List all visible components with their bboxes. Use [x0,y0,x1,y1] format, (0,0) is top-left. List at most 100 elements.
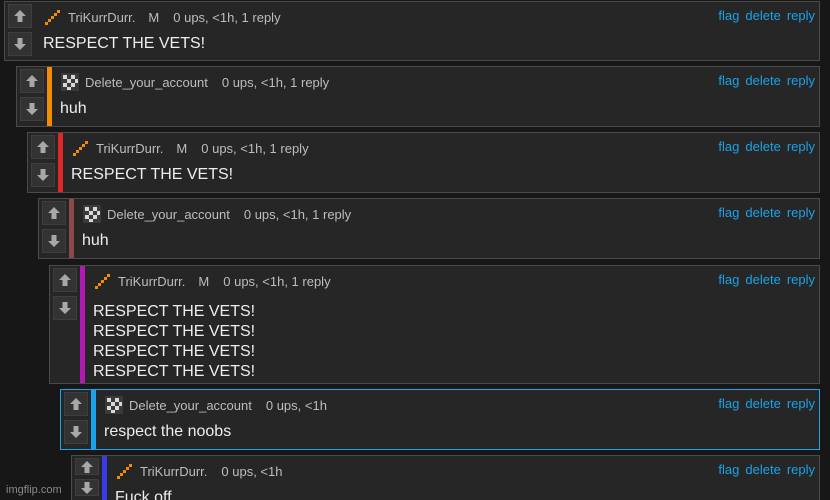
watermark: imgflip.com [6,484,62,496]
comment-line: respect the noobs [104,423,232,440]
upvote-button[interactable] [31,135,55,159]
delete-link[interactable]: delete [745,205,780,220]
username[interactable]: TriKurrDurr. [118,274,185,289]
vote-controls [50,266,80,383]
comment-actions: flag delete reply [712,205,815,220]
vote-controls [17,67,47,126]
comment-body: TriKurrDurr. M 0 ups, <1h, 1 reply flag d… [35,2,819,60]
comment-body: TriKurrDurr. M 0 ups, <1h, 1 reply flag d… [63,133,819,192]
delete-link[interactable]: delete [745,8,780,23]
vote-controls [72,456,102,500]
arrow-up-icon [81,460,93,473]
comment: TriKurrDurr. 0 ups, <1h flag delete reply … [71,455,820,500]
arrow-up-icon [59,274,71,286]
comment-header: TriKurrDurr. M 0 ups, <1h, 1 reply [43,6,819,28]
reply-link[interactable]: reply [787,462,815,477]
username[interactable]: Delete_your_account [129,398,252,413]
upvote-button[interactable] [20,69,44,93]
comment-text: huh [60,99,819,119]
comment-actions: flag delete reply [712,8,815,23]
comment-header: Delete_your_account 0 ups, <1h, 1 reply [60,71,819,93]
upvote-button[interactable] [42,201,66,225]
comment-text: RESPECT THE VETS! RESPECT THE VETS! RESP… [93,302,819,382]
upvote-button[interactable] [64,392,88,416]
username[interactable]: TriKurrDurr. [140,464,207,479]
comment-line: RESPECT THE VETS! [43,35,206,52]
arrow-up-icon [14,10,26,22]
reply-link[interactable]: reply [787,396,815,411]
comment-body: TriKurrDurr. M 0 ups, <1h, 1 reply flag d… [85,266,819,383]
comment: Delete_your_account 0 ups, <1h flag delet… [60,389,820,450]
comment-text: respect the noobs [104,422,819,442]
flag-link[interactable]: flag [718,139,739,154]
username[interactable]: Delete_your_account [107,207,230,222]
delete-link[interactable]: delete [745,73,780,88]
flag-link[interactable]: flag [718,272,739,287]
arrow-up-icon [70,398,82,410]
vote-controls [61,390,91,449]
delete-link[interactable]: delete [745,462,780,477]
reply-link[interactable]: reply [787,205,815,220]
reply-link[interactable]: reply [787,73,815,88]
stairs-icon [115,461,135,481]
comment: TriKurrDurr. M 0 ups, <1h, 1 reply flag d… [49,265,820,384]
arrow-down-icon [14,38,26,50]
flag-link[interactable]: flag [718,8,739,23]
reply-link[interactable]: reply [787,8,815,23]
comment-line: RESPECT THE VETS! [93,323,256,340]
comment: TriKurrDurr. M 0 ups, <1h, 1 reply flag d… [4,1,820,61]
stairs-icon [71,138,91,158]
comment-meta: 0 ups, <1h, 1 reply [201,140,309,156]
stairs-icon [43,7,63,27]
downvote-button[interactable] [53,296,77,320]
delete-link[interactable]: delete [745,139,780,154]
comment-header: Delete_your_account 0 ups, <1h, 1 reply [82,203,819,225]
comment-meta: 0 ups, <1h, 1 reply [221,74,330,90]
downvote-button[interactable] [42,229,66,253]
username[interactable]: TriKurrDurr. [96,141,163,156]
comment-body: Delete_your_account 0 ups, <1h, 1 reply … [52,67,819,126]
vote-controls [39,199,69,258]
mod-badge: M [176,140,188,156]
flag-link[interactable]: flag [718,205,739,220]
flag-link[interactable]: flag [718,73,739,88]
comment-body: Delete_your_account 0 ups, <1h, 1 reply … [74,199,819,258]
username[interactable]: Delete_your_account [85,75,208,90]
comment-header: TriKurrDurr. M 0 ups, <1h, 1 reply [93,270,819,292]
arrow-down-icon [37,169,49,181]
comment-line: huh [82,232,109,249]
comment-text: RESPECT THE VETS! [43,34,819,54]
downvote-button[interactable] [8,32,32,56]
comment: TriKurrDurr. M 0 ups, <1h, 1 reply flag d… [27,132,820,193]
delete-link[interactable]: delete [745,396,780,411]
arrow-down-icon [26,103,38,115]
upvote-button[interactable] [53,268,77,292]
stairs-icon [93,271,113,291]
reply-link[interactable]: reply [787,272,815,287]
downvote-button[interactable] [75,479,99,496]
comment: Delete_your_account 0 ups, <1h, 1 reply … [38,198,820,259]
pixel-avatar-icon [60,72,80,92]
upvote-button[interactable] [75,458,99,475]
comment-line: huh [60,100,87,117]
mod-badge: M [148,9,160,25]
flag-link[interactable]: flag [718,396,739,411]
downvote-button[interactable] [64,420,88,444]
downvote-button[interactable] [31,163,55,187]
delete-link[interactable]: delete [745,272,780,287]
comment-line: RESPECT THE VETS! [93,343,256,360]
comment-line: RESPECT THE VETS! [93,363,256,380]
comment-header: TriKurrDurr. M 0 ups, <1h, 1 reply [71,137,819,159]
reply-link[interactable]: reply [787,139,815,154]
comment-thread: TriKurrDurr. M 0 ups, <1h, 1 reply flag d… [0,0,830,500]
pixel-avatar-icon [82,204,102,224]
comment-line: RESPECT THE VETS! [93,303,256,320]
comment-actions: flag delete reply [712,73,815,88]
arrow-down-icon [48,235,60,247]
downvote-button[interactable] [20,97,44,121]
flag-link[interactable]: flag [718,462,739,477]
upvote-button[interactable] [8,4,32,28]
vote-controls [28,133,58,192]
username[interactable]: TriKurrDurr. [68,10,135,25]
comment-text: Fuck off [115,488,819,500]
